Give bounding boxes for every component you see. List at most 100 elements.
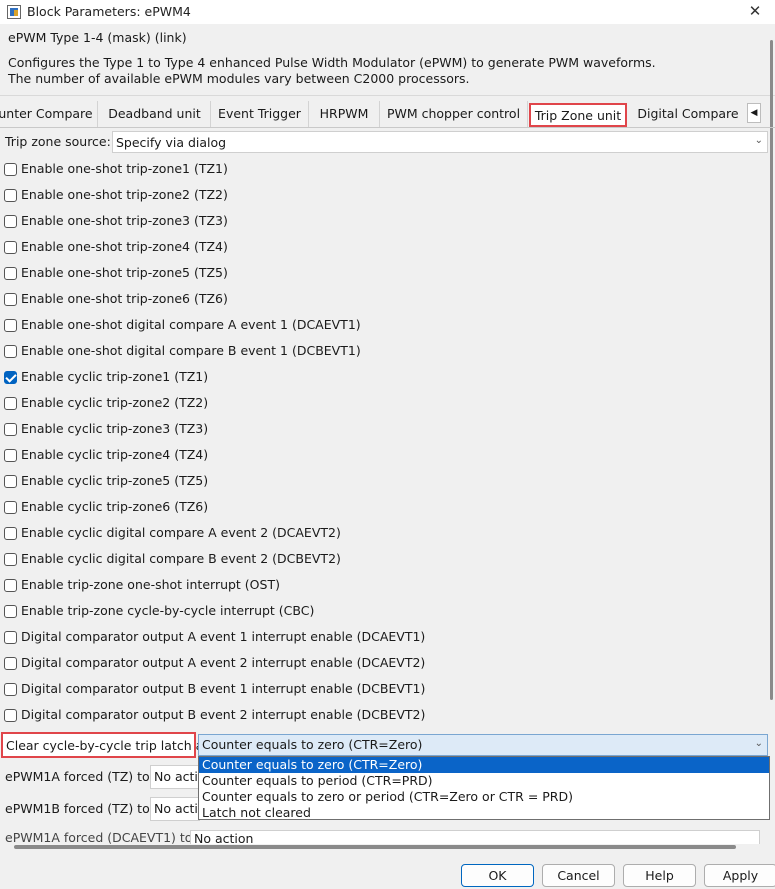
checkbox-label: Enable cyclic trip-zone4 (TZ4) — [21, 447, 209, 462]
cancel-button[interactable]: Cancel — [542, 864, 615, 887]
trip-zone-source-select[interactable]: Specify via dialog ⌄ — [112, 131, 768, 153]
checkbox-label: Enable cyclic digital compare B event 2 … — [21, 551, 341, 566]
clear-latch-select[interactable]: Counter equals to zero (CTR=Zero) ⌄ — [198, 734, 768, 756]
tab-hrpwm[interactable]: HRPWM — [309, 101, 380, 127]
checkbox-row[interactable]: Enable cyclic trip-zone3 (TZ3) — [0, 419, 760, 443]
checkbox-row[interactable]: Digital comparator output B event 2 inte… — [0, 705, 760, 729]
checkbox[interactable] — [4, 293, 17, 306]
epwm1b-forced-tz-value: No actio — [154, 801, 199, 816]
checkbox-row[interactable]: Enable one-shot trip-zone5 (TZ5) — [0, 263, 760, 287]
checkbox-label: Enable one-shot digital compare A event … — [21, 317, 361, 332]
latch-label-highlight: Clear cycle-by-cycle trip latch at: — [1, 732, 212, 758]
epwm1a-forced-tz-label: ePWM1A forced (TZ) to: — [5, 769, 154, 784]
tab-event-trigger[interactable]: Event Trigger — [211, 101, 309, 127]
help-button[interactable]: Help — [623, 864, 696, 887]
checkbox-label: Enable one-shot trip-zone2 (TZ2) — [21, 187, 228, 202]
ok-button[interactable]: OK — [461, 864, 534, 887]
checkbox-label: Digital comparator output A event 1 inte… — [21, 629, 426, 644]
checkbox-row[interactable]: Digital comparator output A event 2 inte… — [0, 653, 760, 677]
checkbox-label: Enable one-shot trip-zone5 (TZ5) — [21, 265, 228, 280]
dropdown-option-ctr-prd[interactable]: Counter equals to period (CTR=PRD) — [199, 773, 769, 789]
tab-digital-compare[interactable]: Digital Compare — [630, 101, 746, 127]
epwm1a-forced-tz-value: No actio — [154, 769, 199, 784]
tab-scroll-left-icon[interactable]: ◀ — [747, 103, 761, 123]
checkbox[interactable] — [4, 683, 17, 696]
checkbox[interactable] — [4, 319, 17, 332]
checkbox[interactable] — [4, 449, 17, 462]
checkbox[interactable] — [4, 657, 17, 670]
tab-trip-zone-unit[interactable]: Trip Zone unit — [529, 103, 627, 127]
checkbox[interactable] — [4, 241, 17, 254]
epwm1a-forced-tz-select[interactable]: No actio — [150, 765, 200, 789]
horizontal-scrollbar[interactable] — [14, 845, 736, 849]
checkbox[interactable] — [4, 527, 17, 540]
checkbox-label: Enable trip-zone one-shot interrupt (OST… — [21, 577, 280, 592]
checkbox-row[interactable]: Enable one-shot trip-zone3 (TZ3) — [0, 211, 760, 235]
checkbox-row[interactable]: Enable one-shot trip-zone2 (TZ2) — [0, 185, 760, 209]
chevron-down-icon: ⌄ — [754, 738, 763, 749]
tab-bar: unter Compare Deadband unit Event Trigge… — [0, 101, 775, 128]
mask-description-panel: ePWM Type 1-4 (mask) (link) Configures t… — [0, 24, 775, 96]
checkbox[interactable] — [4, 397, 17, 410]
checkbox-row[interactable]: Enable cyclic digital compare B event 2 … — [0, 549, 760, 573]
checkbox-row[interactable]: Enable one-shot trip-zone1 (TZ1) — [0, 159, 760, 183]
checkbox[interactable] — [4, 423, 17, 436]
checkbox[interactable] — [4, 709, 17, 722]
checkbox-row[interactable]: Enable one-shot digital compare A event … — [0, 315, 760, 339]
mask-description-line: Configures the Type 1 to Type 4 enhanced… — [8, 55, 656, 70]
checkbox[interactable] — [4, 215, 17, 228]
checkbox[interactable] — [4, 163, 17, 176]
checkbox-label: Enable cyclic trip-zone5 (TZ5) — [21, 473, 209, 488]
checkbox-row[interactable]: Digital comparator output B event 1 inte… — [0, 679, 760, 703]
checkbox-label: Enable one-shot trip-zone1 (TZ1) — [21, 161, 228, 176]
checkbox[interactable] — [4, 631, 17, 644]
checkbox-row[interactable]: Enable cyclic trip-zone4 (TZ4) — [0, 445, 760, 469]
checkbox-row[interactable]: Enable cyclic trip-zone5 (TZ5) — [0, 471, 760, 495]
chevron-down-icon: ⌄ — [754, 135, 763, 146]
trip-zone-source-row: Trip zone source: Specify via dialog ⌄ — [0, 129, 775, 155]
checkbox-label: Enable cyclic trip-zone1 (TZ1) — [21, 369, 209, 384]
checkbox-label: Enable cyclic trip-zone2 (TZ2) — [21, 395, 209, 410]
checkbox-label: Enable one-shot trip-zone4 (TZ4) — [21, 239, 228, 254]
checkbox-label: Digital comparator output A event 2 inte… — [21, 655, 426, 670]
checkbox[interactable] — [4, 267, 17, 280]
dropdown-option-ctr-zero-or-prd[interactable]: Counter equals to zero or period (CTR=Ze… — [199, 789, 769, 805]
close-icon[interactable]: ✕ — [747, 3, 763, 19]
title-bar: Block Parameters: ePWM4 ✕ — [0, 0, 775, 24]
checkbox-row[interactable]: Enable cyclic trip-zone1 (TZ1) — [0, 367, 760, 391]
checkbox-row[interactable]: Enable cyclic digital compare A event 2 … — [0, 523, 760, 547]
checkbox[interactable] — [4, 501, 17, 514]
epwm1b-forced-tz-select[interactable]: No actio — [150, 797, 200, 821]
checkbox[interactable] — [4, 605, 17, 618]
mask-description-line: The number of available ePWM modules var… — [8, 71, 470, 86]
tab-counter-compare[interactable]: unter Compare — [0, 101, 98, 127]
checkbox-label: Digital comparator output B event 2 inte… — [21, 707, 426, 722]
apply-button[interactable]: Apply — [704, 864, 775, 887]
checkbox-row[interactable]: Enable one-shot trip-zone4 (TZ4) — [0, 237, 760, 261]
checkbox-row[interactable]: Enable cyclic trip-zone6 (TZ6) — [0, 497, 760, 521]
checkbox-label: Enable cyclic trip-zone6 (TZ6) — [21, 499, 209, 514]
dropdown-option-latch-not-cleared[interactable]: Latch not cleared — [199, 805, 769, 821]
clear-latch-dropdown-list: Counter equals to zero (CTR=Zero) Counte… — [198, 756, 770, 820]
checkbox-row[interactable]: Enable cyclic trip-zone2 (TZ2) — [0, 393, 760, 417]
clear-latch-value: Counter equals to zero (CTR=Zero) — [202, 737, 423, 752]
dropdown-option-ctr-zero[interactable]: Counter equals to zero (CTR=Zero) — [199, 757, 769, 773]
checkbox[interactable] — [4, 345, 17, 358]
checkbox-row[interactable]: Digital comparator output A event 1 inte… — [0, 627, 760, 651]
clear-latch-label: Clear cycle-by-cycle trip latch at: — [6, 738, 213, 753]
epwm1a-forced-dcaevt1-select[interactable]: No action — [190, 830, 760, 844]
checkbox-label: Digital comparator output B event 1 inte… — [21, 681, 426, 696]
mask-type-label: ePWM Type 1-4 (mask) (link) — [8, 30, 187, 45]
checkbox[interactable] — [4, 553, 17, 566]
checkbox-row[interactable]: Enable one-shot trip-zone6 (TZ6) — [0, 289, 760, 313]
checkbox[interactable] — [4, 371, 17, 384]
checkbox[interactable] — [4, 579, 17, 592]
checkbox[interactable] — [4, 475, 17, 488]
checkbox-row[interactable]: Enable trip-zone one-shot interrupt (OST… — [0, 575, 760, 599]
checkbox-row[interactable]: Enable one-shot digital compare B event … — [0, 341, 760, 365]
mask-description: Configures the Type 1 to Type 4 enhanced… — [8, 55, 656, 87]
checkbox-row[interactable]: Enable trip-zone cycle-by-cycle interrup… — [0, 601, 760, 625]
tab-pwm-chopper-control[interactable]: PWM chopper control — [380, 101, 528, 127]
checkbox[interactable] — [4, 189, 17, 202]
tab-deadband-unit[interactable]: Deadband unit — [99, 101, 211, 127]
